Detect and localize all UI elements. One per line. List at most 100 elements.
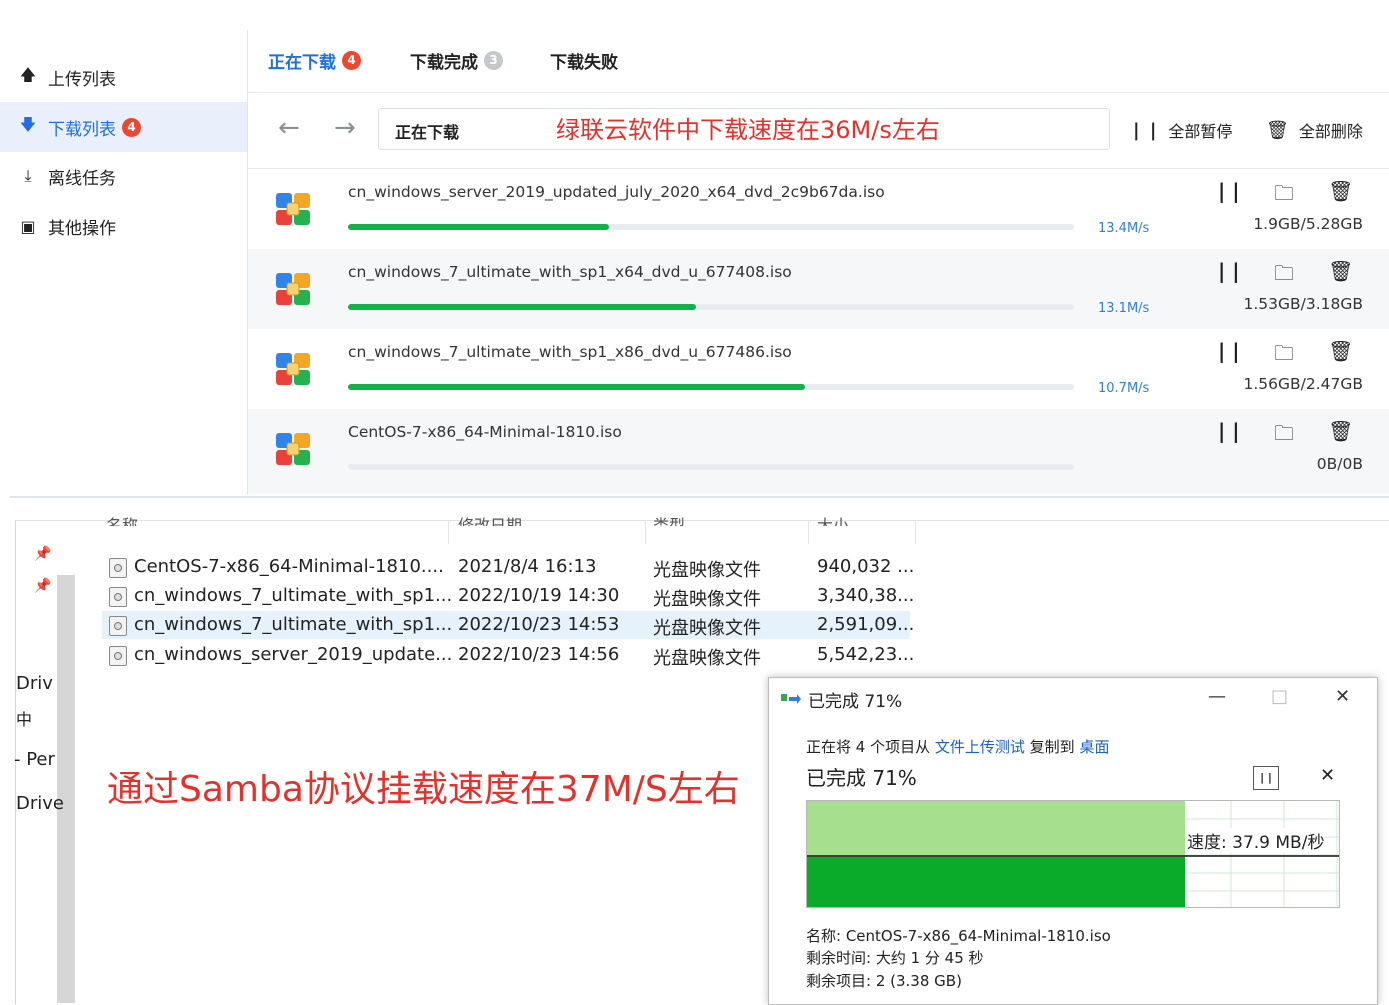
trash-icon[interactable]: 🗑 bbox=[1328, 419, 1353, 443]
close-button[interactable]: ✕ bbox=[1335, 686, 1350, 707]
file-name: cn_windows_7_ultimate_with_sp1_x64_dvd_u… bbox=[348, 263, 792, 281]
download-row[interactable]: cn_windows_7_ultimate_with_sp1_x86_dvd_u… bbox=[248, 329, 1389, 409]
file-size: 5,542,23... bbox=[817, 644, 915, 665]
sidebar-item-label: 上传列表 bbox=[48, 69, 116, 90]
annotation-samba-speed: 通过Samba协议挂载速度在37M/S左右 bbox=[107, 769, 740, 810]
pause-button[interactable]: | | bbox=[1218, 179, 1240, 203]
nav-item[interactable]: Driv bbox=[16, 673, 53, 694]
file-type: 光盘映像文件 bbox=[653, 560, 761, 581]
column-header-date[interactable]: 修改日期 bbox=[458, 512, 522, 526]
download-row[interactable]: CentOS-7-x86_64-Minimal-1810.iso | | 🗀 🗑… bbox=[248, 409, 1389, 494]
sidebar-item-offline-tasks[interactable]: ⤓ 离线任务 bbox=[0, 152, 247, 200]
file-type: 光盘映像文件 bbox=[653, 589, 761, 610]
pause-icon: | | bbox=[1133, 119, 1159, 141]
file-type: 光盘映像文件 bbox=[653, 648, 761, 669]
sidebar-item-upload-list[interactable]: 🡅 上传列表 bbox=[0, 53, 247, 101]
pause-all-label: 全部暂停 bbox=[1168, 122, 1233, 141]
disc-image-icon bbox=[109, 616, 127, 636]
back-arrow-icon[interactable]: ← bbox=[278, 113, 300, 143]
minimize-button[interactable]: — bbox=[1208, 686, 1226, 707]
download-speed: 13.4M/s bbox=[1098, 221, 1150, 236]
file-row-selected[interactable]: cn_windows_7_ultimate_with_sp1... 2022/1… bbox=[102, 611, 914, 639]
pause-button[interactable]: | | bbox=[1218, 419, 1240, 443]
file-row[interactable]: CentOS-7-x86_64-Minimal-1810.... 2021/8/… bbox=[102, 553, 914, 581]
progress-fill bbox=[348, 384, 806, 390]
tab-failed[interactable]: 下载失败 bbox=[550, 48, 618, 73]
progress-bar bbox=[348, 224, 1074, 230]
source-folder-link[interactable]: 文件上传测试 bbox=[935, 738, 1025, 756]
file-name: CentOS-7-x86_64-Minimal-1810.... bbox=[134, 556, 444, 577]
sidebar-item-other-actions[interactable]: ▣ 其他操作 bbox=[0, 202, 247, 250]
tab-completed[interactable]: 下载完成 3 bbox=[410, 48, 503, 73]
folder-icon[interactable]: 🗀 bbox=[1274, 259, 1294, 293]
file-size: 1.53GB/3.18GB bbox=[1243, 295, 1363, 313]
file-size: 940,032 ... bbox=[817, 556, 915, 577]
file-size: 3,340,38... bbox=[817, 585, 915, 606]
copy-description-prefix: 正在将 4 个项目从 bbox=[806, 738, 931, 756]
file-size: 0B/0B bbox=[1316, 455, 1363, 473]
column-separator[interactable] bbox=[448, 520, 449, 544]
progress-bar bbox=[348, 464, 1074, 470]
arrow-up-icon: 🡅 bbox=[19, 64, 37, 84]
trash-icon[interactable]: 🗑 bbox=[1328, 339, 1353, 363]
file-date: 2022/10/19 14:30 bbox=[458, 585, 620, 606]
pause-copy-button[interactable]: | | bbox=[1253, 766, 1279, 790]
graph-elapsed-area bbox=[807, 801, 1185, 857]
disc-image-icon bbox=[109, 558, 127, 578]
progress-bar bbox=[348, 384, 1074, 390]
column-header-type[interactable]: 类型 bbox=[653, 512, 685, 526]
progress-fill bbox=[348, 224, 610, 230]
forward-arrow-icon[interactable]: → bbox=[334, 113, 356, 143]
nav-item[interactable]: 中 bbox=[16, 706, 32, 730]
download-row[interactable]: cn_windows_server_2019_updated_july_2020… bbox=[248, 169, 1389, 249]
download-speed: 10.7M/s bbox=[1098, 381, 1150, 396]
nav-item[interactable]: - Per bbox=[14, 749, 55, 770]
briefcase-icon: ▣ bbox=[20, 216, 36, 236]
copy-description-mid: 复制到 bbox=[1029, 738, 1075, 756]
file-row[interactable]: cn_windows_server_2019_update... 2022/10… bbox=[102, 641, 914, 669]
file-name: cn_windows_7_ultimate_with_sp1_x86_dvd_u… bbox=[348, 343, 792, 361]
trash-icon[interactable]: 🗑 bbox=[1328, 259, 1353, 283]
archive-file-icon bbox=[276, 353, 310, 385]
column-separator[interactable] bbox=[645, 520, 646, 544]
file-size: 1.56GB/2.47GB bbox=[1243, 375, 1363, 393]
count-badge: 3 bbox=[484, 51, 503, 70]
column-header-name[interactable]: 名称 bbox=[106, 512, 138, 526]
trash-icon[interactable]: 🗑 bbox=[1328, 179, 1353, 203]
column-separator[interactable] bbox=[808, 520, 809, 544]
maximize-button[interactable]: □ bbox=[1271, 686, 1288, 707]
archive-file-icon bbox=[276, 433, 310, 465]
copy-transfer-icon bbox=[781, 694, 801, 704]
copy-speed-graph bbox=[806, 800, 1340, 908]
cancel-copy-icon[interactable]: ✕ bbox=[1320, 765, 1335, 786]
pin-icon[interactable]: 📌 bbox=[34, 546, 51, 562]
pause-all-button[interactable]: | | 全部暂停 bbox=[1133, 118, 1232, 142]
nav-pane-scrollbar[interactable] bbox=[57, 575, 75, 1003]
pin-icon[interactable]: 📌 bbox=[34, 578, 51, 594]
file-size: 1.9GB/5.28GB bbox=[1253, 215, 1363, 233]
sidebar-item-download-list[interactable]: 🡇 下载列表 4 bbox=[0, 102, 247, 152]
tab-downloading[interactable]: 正在下载 4 bbox=[268, 48, 361, 73]
speed-graph-svg bbox=[807, 801, 1339, 907]
column-separator[interactable] bbox=[915, 520, 916, 544]
folder-icon[interactable]: 🗀 bbox=[1274, 339, 1294, 373]
delete-all-label: 全部删除 bbox=[1298, 122, 1363, 141]
delete-all-button[interactable]: 🗑 全部删除 bbox=[1266, 118, 1363, 142]
download-row[interactable]: cn_windows_7_ultimate_with_sp1_x64_dvd_u… bbox=[248, 249, 1389, 329]
pause-button[interactable]: | | bbox=[1218, 339, 1240, 363]
tab-bar: 正在下载 4 下载完成 3 下载失败 bbox=[248, 30, 1389, 93]
sidebar-item-label: 离线任务 bbox=[48, 168, 116, 189]
folder-icon[interactable]: 🗀 bbox=[1274, 179, 1294, 213]
file-row[interactable]: cn_windows_7_ultimate_with_sp1... 2022/1… bbox=[102, 582, 914, 610]
destination-folder-link[interactable]: 桌面 bbox=[1079, 738, 1109, 756]
path-text: 正在下载 bbox=[395, 123, 460, 142]
folder-icon[interactable]: 🗀 bbox=[1274, 419, 1294, 453]
file-name: cn_windows_server_2019_update... bbox=[134, 644, 453, 665]
tab-label: 正在下载 bbox=[268, 53, 336, 73]
disc-image-icon bbox=[109, 587, 127, 607]
sidebar-item-label: 下载列表 bbox=[48, 119, 116, 140]
pause-button[interactable]: | | bbox=[1218, 259, 1240, 283]
column-header-size[interactable]: 大小 bbox=[817, 512, 849, 526]
nav-item[interactable]: Drive bbox=[16, 793, 64, 814]
file-date: 2021/8/4 16:13 bbox=[458, 556, 597, 577]
